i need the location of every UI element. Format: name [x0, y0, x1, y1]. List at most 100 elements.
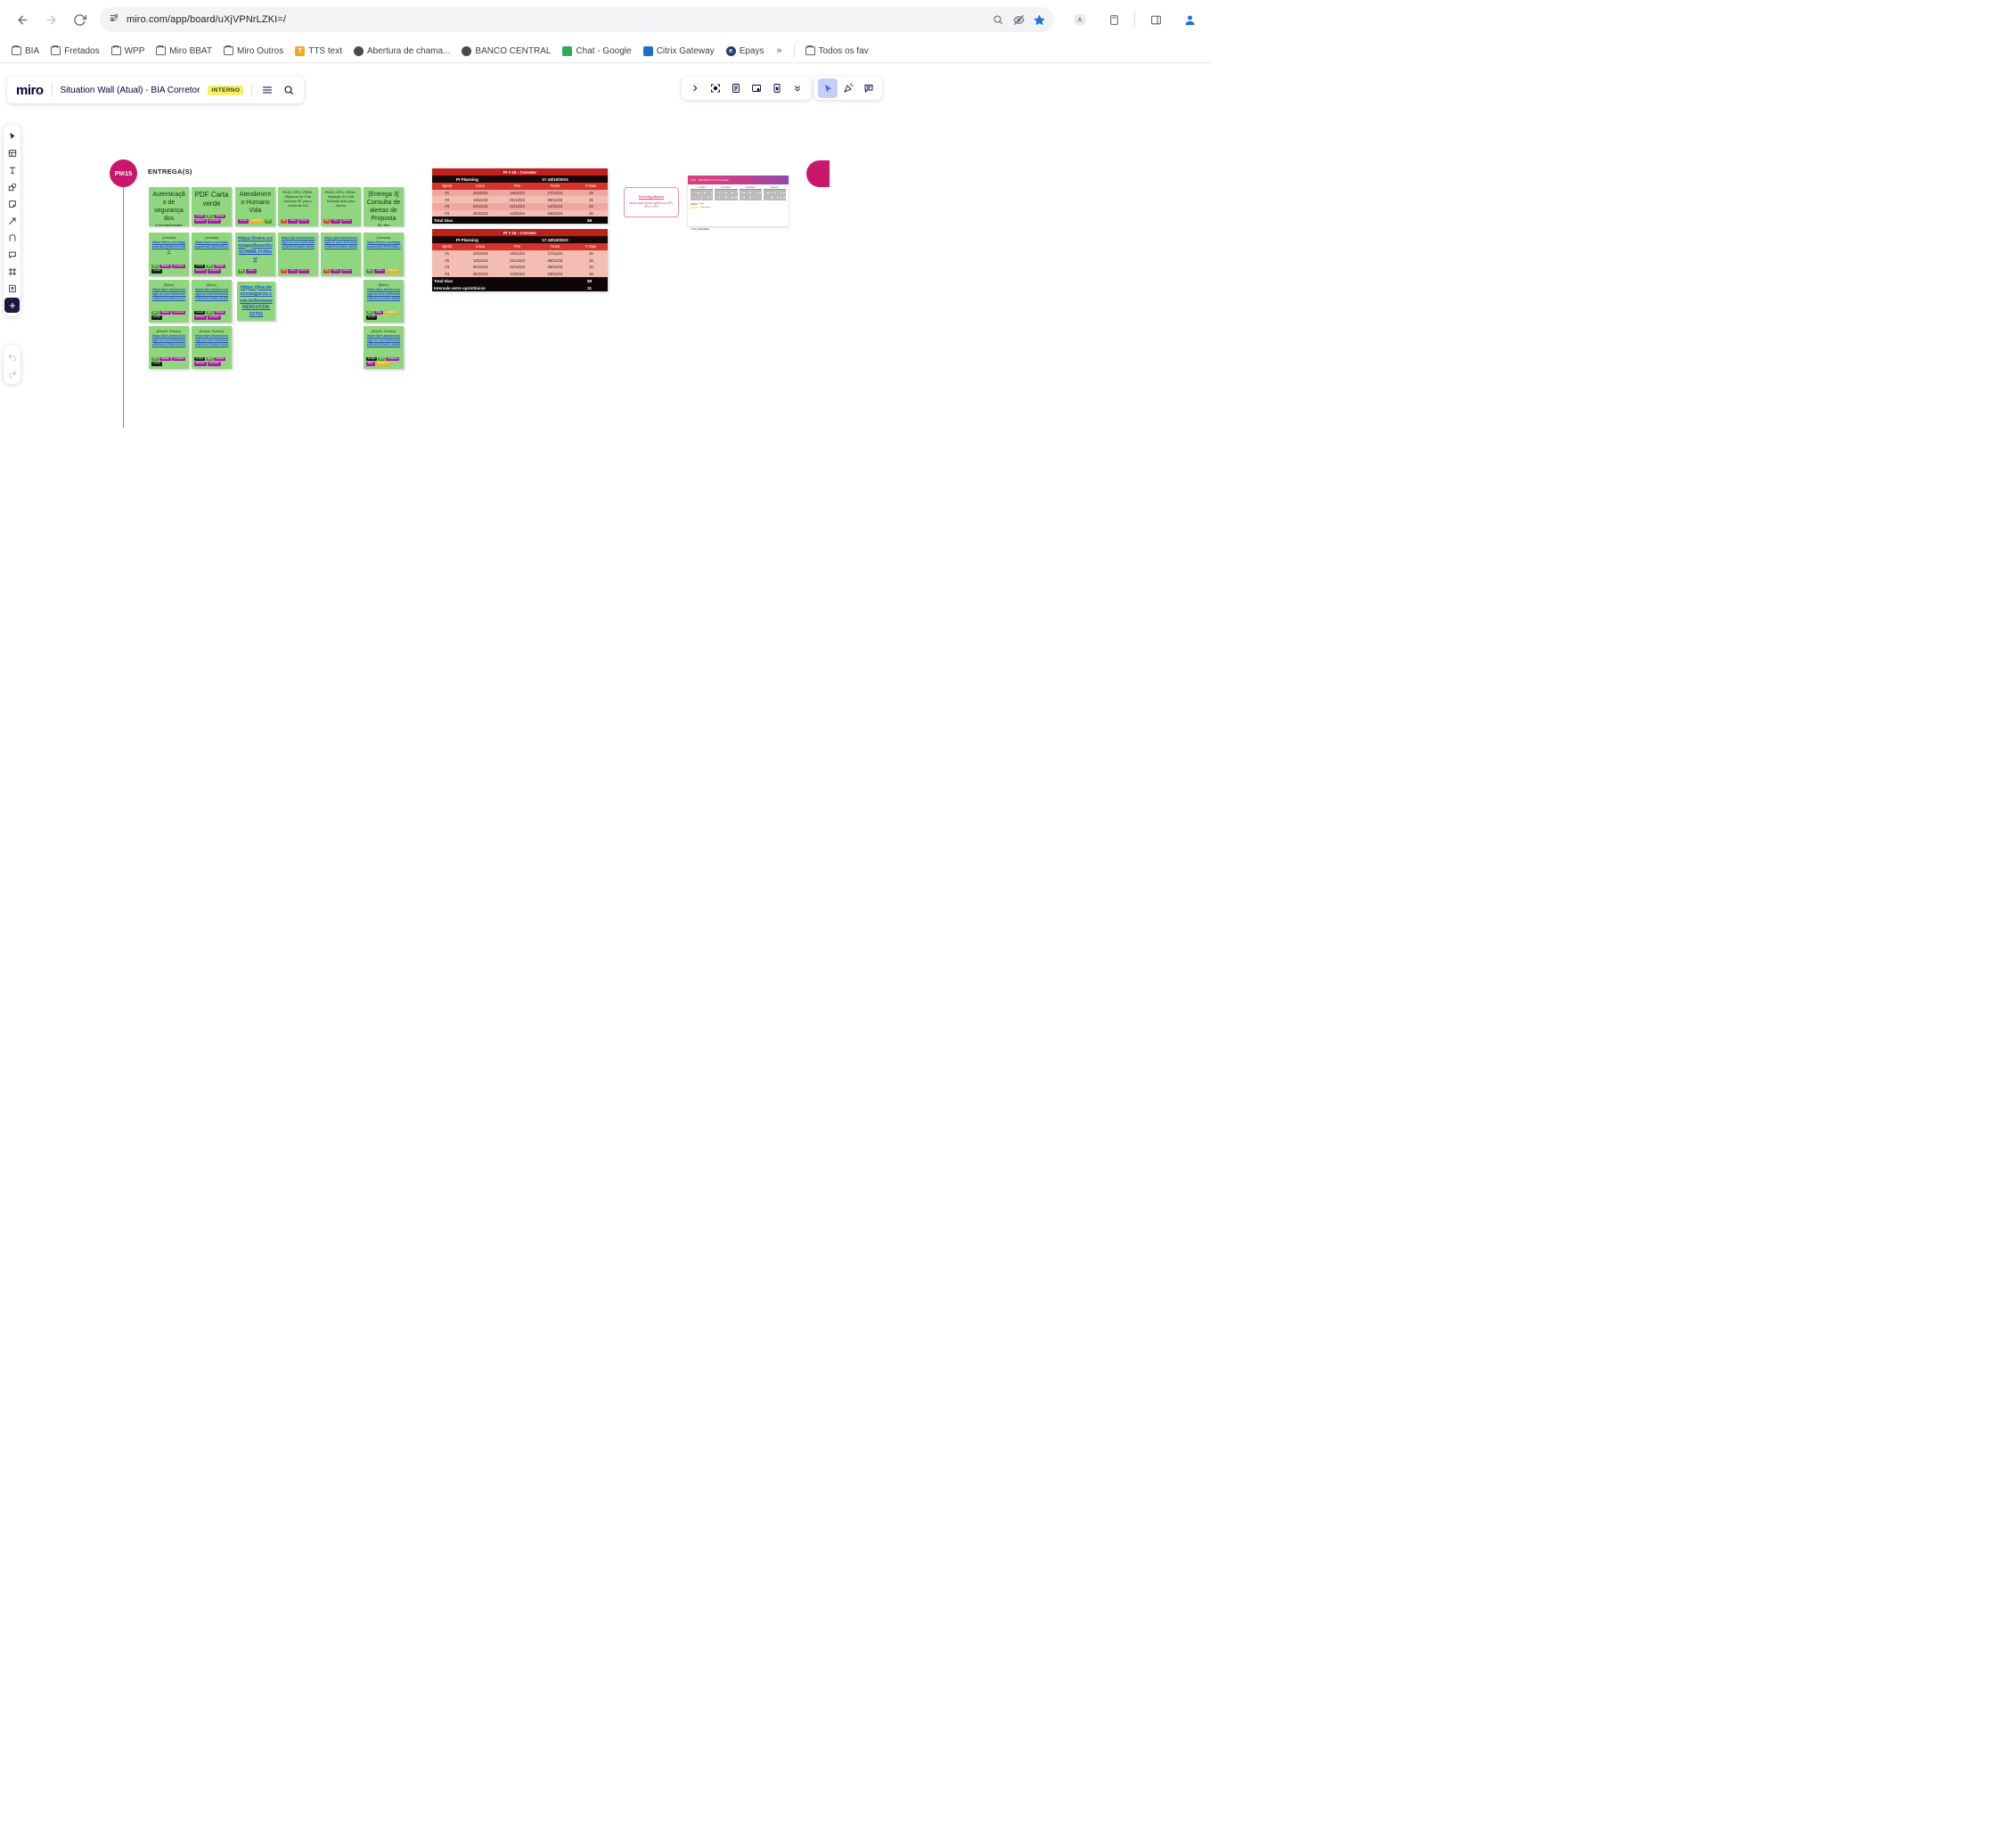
all-bookmarks-button[interactable]: Todos os fav	[801, 44, 873, 59]
cell: 25/12/23	[472, 210, 488, 216]
pi-planning-table-2[interactable]: PI # 15 - Corretor PI Planning 17-18/10/…	[432, 229, 608, 292]
column-header: Trens	[550, 244, 560, 249]
sticky-note[interactable]: (Estudo Técnico) https://jira.bradescose…	[149, 326, 189, 369]
sticky-link[interactable]: https://jira.bradescoseguros.com.br/brow…	[366, 334, 401, 348]
templates-icon[interactable]	[4, 145, 20, 160]
sticky-link[interactable]: https://miro.com/app/board/uXjVMMLIYdNsz…	[238, 236, 273, 263]
comment-icon[interactable]	[4, 247, 20, 262]
notes-icon[interactable]	[726, 78, 746, 98]
table-row: #3 04/12/23 22/12/23 29/12/23 19	[432, 263, 608, 271]
sticky-note[interactable]: (Épico) https://jira.bradescoseguros.com…	[192, 280, 232, 323]
sticky-link[interactable]: https://miro.com/app/board/uXjVMuGSYeM=/	[151, 241, 186, 254]
sticky-note[interactable]: (Épico) https://jira.bradescoseguros.com…	[149, 280, 189, 323]
text-icon[interactable]	[4, 162, 20, 177]
sticky-note[interactable]: https://jira.bradescoseguros.com.br/brow…	[278, 233, 318, 276]
miro-canvas[interactable]: PI#15 ENTREGA(S) Autenticação de seguran…	[0, 73, 1212, 438]
sticky-link[interactable]: https://jira.bradescoseguros.com.br/brow…	[366, 288, 401, 301]
sticky-note[interactable]: https://miro.com/app/board/uXjVMMLIYdNsz…	[235, 233, 275, 276]
section-title-entregas: ENTREGA(S)	[148, 168, 192, 176]
chevron-right-icon[interactable]	[685, 78, 705, 98]
sticky-note[interactable]: https://jira.bradescoseguros.com.br/brow…	[321, 233, 361, 276]
miro-left-toolbar	[4, 125, 20, 316]
more-chevrons-icon[interactable]	[788, 78, 807, 98]
undo-icon[interactable]	[4, 348, 20, 364]
sticky-note[interactable]: (Estudo Técnico) https://jira.bradescose…	[364, 326, 404, 369]
sticky-link[interactable]: https://miro.com/app/board/uXjVM3GlkRc=/	[194, 241, 229, 249]
search-icon[interactable]	[282, 84, 295, 97]
sticky-note[interactable]: (Jornada) https://miro.com/app/board/uXj…	[149, 233, 189, 276]
pi-badge[interactable]: PI#15	[110, 159, 137, 187]
bookmark-item[interactable]: WPP	[107, 44, 150, 59]
bookmark-item[interactable]: Chat - Google	[558, 44, 635, 59]
sticky-note[interactable]: PI#15 | SP4 | VSBIA - Migração do Chat E…	[321, 187, 361, 226]
board-title[interactable]: Situation Wall (Atual) - BIA Corretor	[61, 86, 200, 95]
bookmark-item[interactable]: Fretados	[46, 44, 103, 59]
reload-icon[interactable]	[66, 6, 93, 33]
sidepanel-icon[interactable]	[1142, 6, 1169, 33]
reactions-icon[interactable]	[838, 78, 858, 98]
bookmark-item[interactable]: T TTS text	[290, 44, 347, 59]
sticky-link[interactable]: https://jira.bradescoseguros.com.br/brow…	[151, 288, 186, 301]
back-arrow-icon[interactable]	[9, 6, 36, 33]
sticky-note[interactable]: PDF Carta verde emaq3 app Rafhael Eduardo Le…	[192, 187, 232, 226]
table-row: #4 25/12/23 12/01/24 19/01/24 19	[432, 270, 608, 278]
sticky-note[interactable]: (Épico) https://jira.bradescoseguros.com…	[364, 280, 404, 323]
sticky-link[interactable]: https://jira.bradescoseguros.com.br/brow…	[323, 236, 358, 249]
pi-next-marker[interactable]	[806, 160, 830, 187]
address-bar[interactable]: miro.com/app/board/uXjVPNrLZKI=/	[100, 7, 1054, 32]
cursor-icon[interactable]	[4, 128, 20, 143]
svg-text:3: 3	[776, 86, 779, 91]
more-apps-icon[interactable]	[4, 298, 20, 313]
upload-icon[interactable]	[4, 281, 20, 296]
sticky-note[interactable]: (Estudo Técnico) https://jira.bradescose…	[192, 326, 232, 369]
sticky-link[interactable]: https://jira.descoseguros.com.br/browse/…	[240, 285, 273, 319]
frame-icon[interactable]	[4, 264, 20, 279]
cards-icon[interactable]: 3	[767, 78, 787, 98]
miro-logo[interactable]: miro	[16, 83, 44, 98]
bookmark-item[interactable]: Citrix Gateway	[639, 44, 719, 59]
sticky-note[interactable]: Atendimento Humano Vida emaq3 Guilherme ap…	[235, 187, 275, 226]
freezing-banco-note[interactable]: Freezing Banco janela para subida apenas…	[624, 187, 679, 217]
bookmark-item[interactable]: Miro Outros	[219, 44, 288, 59]
bookmark-star-icon[interactable]	[1033, 13, 1045, 26]
bookmarks-overflow-button[interactable]: »	[772, 44, 788, 58]
site-settings-icon[interactable]	[109, 12, 119, 28]
sticky-link[interactable]: https://jira.bradescoseguros.com.br/brow…	[281, 236, 315, 249]
bookmark-item[interactable]: BANCO CENTRAL	[457, 44, 555, 59]
sticky-link[interactable]: https://miro.com/app/board/uXjVP6GhWA=/	[366, 241, 401, 249]
forward-arrow-icon[interactable]	[37, 6, 64, 33]
sticky-note-icon[interactable]	[4, 196, 20, 211]
sticky-link[interactable]: https://jira.bradescoseguros.com.br/brow…	[194, 288, 229, 301]
sticky-note[interactable]: PI#15 | SP4 | VSBIA - Migracao do Chat E…	[278, 187, 318, 226]
shapes-icon[interactable]	[4, 179, 20, 194]
cast-icon[interactable]	[1100, 6, 1127, 33]
board-privacy-badge[interactable]: INTERNO	[208, 85, 244, 95]
present-icon[interactable]	[747, 78, 766, 98]
profile-avatar[interactable]	[1176, 6, 1203, 33]
zoom-icon[interactable]	[992, 13, 1004, 26]
pi-planning-table-1[interactable]: PI # 15 - Corretor PI Planning 17-18/10/…	[432, 168, 608, 225]
redo-icon[interactable]	[4, 365, 20, 380]
cursor-select-icon[interactable]	[818, 78, 838, 98]
bookmark-item[interactable]: Miro BBAT	[151, 44, 217, 59]
frame-focus-icon[interactable]	[706, 78, 725, 98]
sticky-note[interactable]: (Jornada) https://miro.com/app/board/uXj…	[192, 233, 232, 276]
extension-puzzle-icon[interactable]: A	[1067, 6, 1093, 33]
sticky-link[interactable]: https://jira.bradescoseguros.com.br/brow…	[194, 334, 229, 348]
calendar-spreadsheet-thumbnail[interactable]: Trens Calendário Trens PI 15 Corretor OU…	[688, 176, 789, 226]
sticky-note[interactable]: https://jira.descoseguros.com.br/browse/…	[237, 282, 275, 321]
sticky-note[interactable]: (Jornada) https://miro.com/app/board/uXj…	[364, 233, 404, 276]
bookmark-item[interactable]: BIA	[7, 44, 44, 59]
menu-icon[interactable]	[260, 84, 274, 97]
sticky-note[interactable]: Autenticação de segurança dos corretores…	[149, 187, 189, 226]
address-bar-url[interactable]: miro.com/app/board/uXjVPNrLZKI=/	[127, 14, 286, 25]
bookmark-item[interactable]: e Epays	[722, 44, 769, 59]
bookmark-item[interactable]: Abertura de chama...	[349, 44, 454, 59]
eye-off-icon[interactable]	[1012, 13, 1025, 26]
comment-icon[interactable]	[859, 78, 879, 98]
pen-icon[interactable]	[4, 230, 20, 245]
sticky-note[interactable]: [Entrega 3] Consulta de alertas de Propo…	[364, 187, 404, 226]
sticky-link[interactable]: https://jira.bradescoseguros.com.br/brow…	[151, 334, 186, 348]
column-header: Inicio	[476, 184, 486, 189]
arrow-icon[interactable]	[4, 213, 20, 228]
